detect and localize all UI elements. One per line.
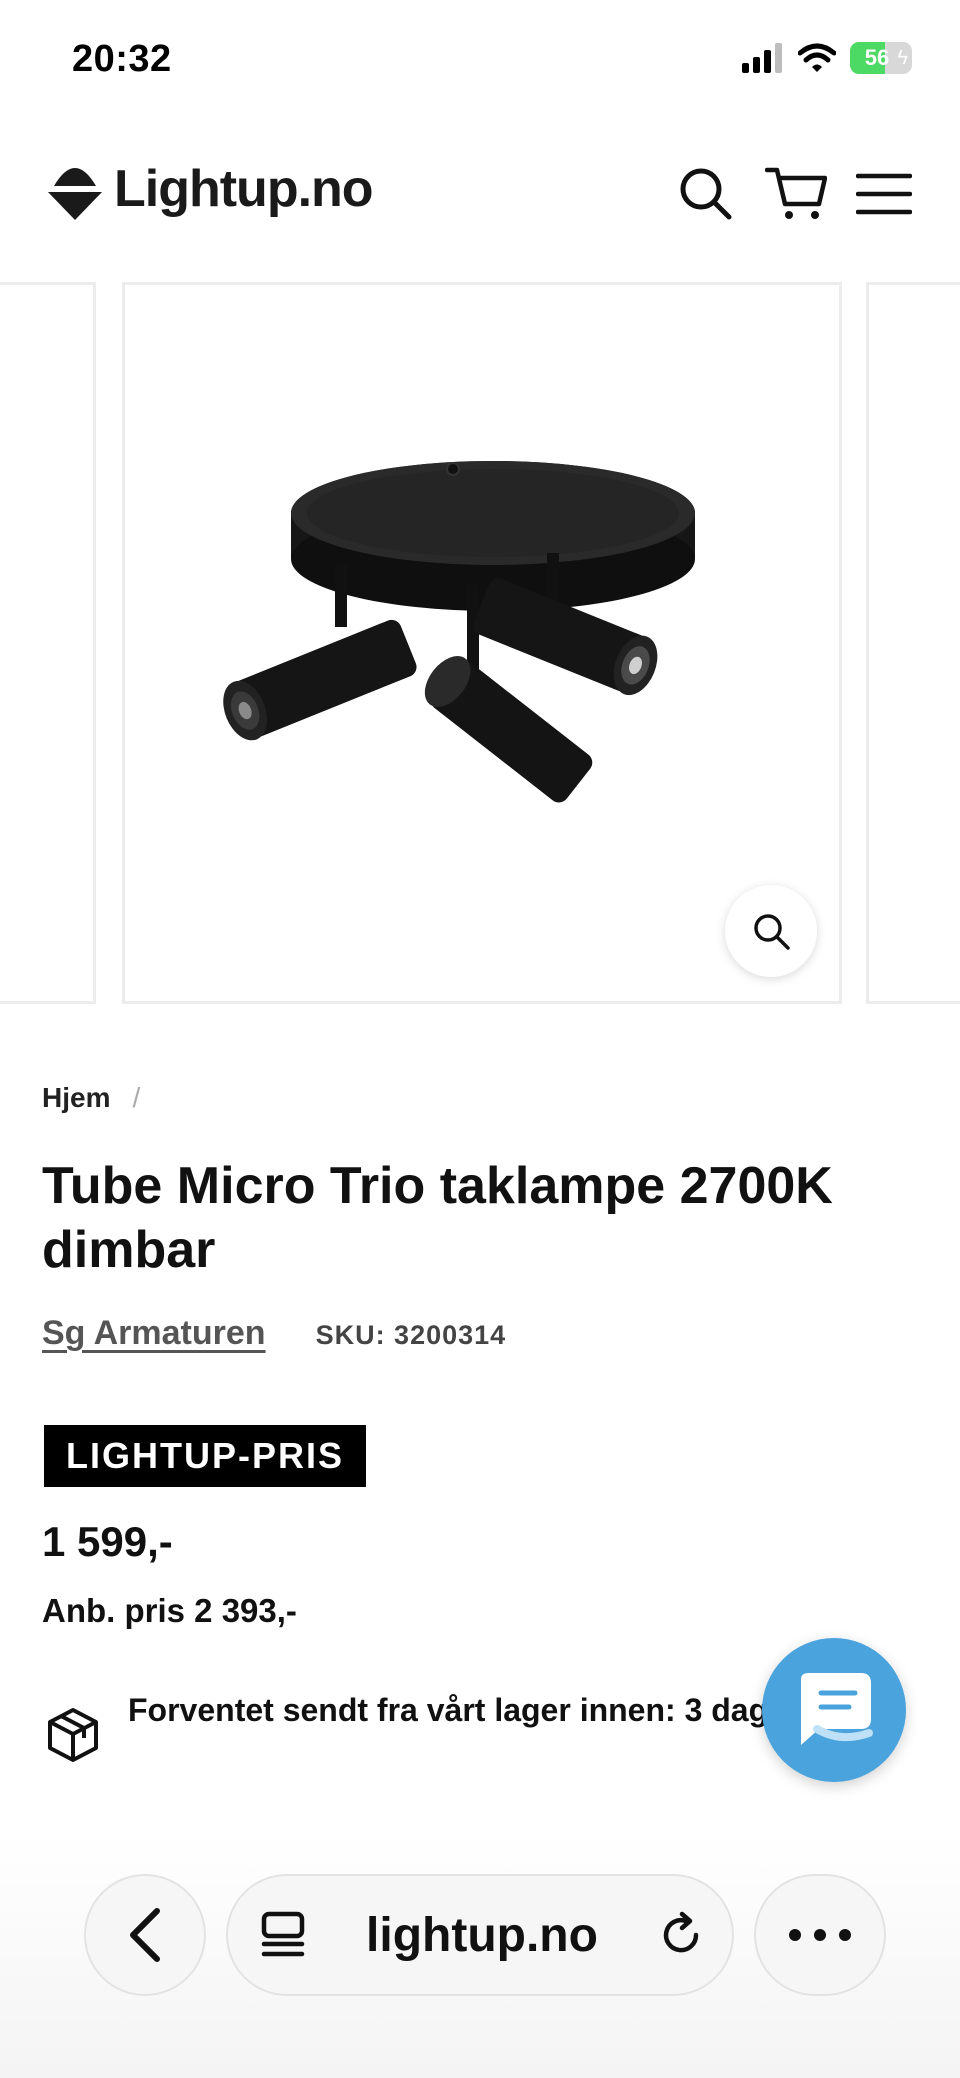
- breadcrumb-separator: /: [132, 1082, 141, 1113]
- shipping-info: Forventet sendt fra vårt lager innen: 3 …: [42, 1684, 802, 1766]
- compare-price: Anb. pris 2 393,-: [42, 1592, 297, 1629]
- tabs-icon[interactable]: [258, 1910, 308, 1960]
- search-button[interactable]: [674, 162, 738, 226]
- product-gallery[interactable]: [0, 282, 960, 1004]
- battery-icon: 56 ϟ: [850, 42, 912, 74]
- back-button[interactable]: [84, 1874, 206, 1996]
- product-price: 1 599,-: [42, 1518, 173, 1565]
- product-image[interactable]: [205, 435, 725, 815]
- zoom-button[interactable]: [725, 885, 817, 977]
- address-bar[interactable]: lightup.no: [226, 1874, 734, 1996]
- wifi-icon: [798, 43, 836, 72]
- status-bar: 20:32 56 ϟ: [0, 0, 960, 120]
- product-sku: SKU: 3200314: [315, 1320, 507, 1350]
- menu-icon: [856, 173, 912, 215]
- breadcrumb: Hjem /: [42, 1082, 140, 1114]
- chat-icon: [801, 1673, 873, 1745]
- search-icon: [680, 168, 732, 220]
- shipping-text: Forventet sendt fra vårt lager innen: 3 …: [128, 1692, 799, 1728]
- cart-button[interactable]: [764, 162, 828, 226]
- logo[interactable]: Lightup.no: [44, 156, 374, 222]
- more-button[interactable]: [754, 1874, 886, 1996]
- chat-button[interactable]: [762, 1638, 906, 1782]
- gallery-slide-main[interactable]: [122, 282, 842, 1004]
- back-icon: [130, 1908, 160, 1962]
- reload-icon[interactable]: [656, 1910, 706, 1960]
- package-icon: [48, 1708, 98, 1762]
- cart-icon: [765, 167, 827, 219]
- breadcrumb-home-link[interactable]: Hjem: [42, 1082, 110, 1114]
- gallery-slide-previous[interactable]: [0, 282, 96, 1004]
- vendor-row: Sg Armaturen SKU: 3200314: [42, 1314, 506, 1353]
- gallery-slide-next[interactable]: [866, 282, 960, 1004]
- product-title: Tube Micro Trio taklampe 2700K dimbar: [42, 1157, 833, 1279]
- logo-text: Lightup.no: [114, 160, 374, 218]
- status-icons: 56 ϟ: [742, 42, 912, 74]
- signal-icon: [742, 43, 782, 73]
- site-header: Lightup.no: [0, 130, 960, 250]
- browser-toolbar: lightup.no: [0, 1830, 960, 2078]
- vendor-link[interactable]: Sg Armaturen: [42, 1314, 266, 1353]
- charging-bolt-icon: ϟ: [897, 47, 908, 69]
- logo-lamp-icon: [48, 168, 102, 220]
- zoom-icon: [754, 914, 790, 950]
- battery-level: 56: [864, 45, 890, 70]
- status-time: 20:32: [72, 38, 172, 80]
- menu-button[interactable]: [852, 162, 916, 226]
- more-icon: [789, 1929, 851, 1941]
- url-text: lightup.no: [366, 1908, 598, 1962]
- price-badge: LIGHTUP-PRIS: [44, 1425, 367, 1487]
